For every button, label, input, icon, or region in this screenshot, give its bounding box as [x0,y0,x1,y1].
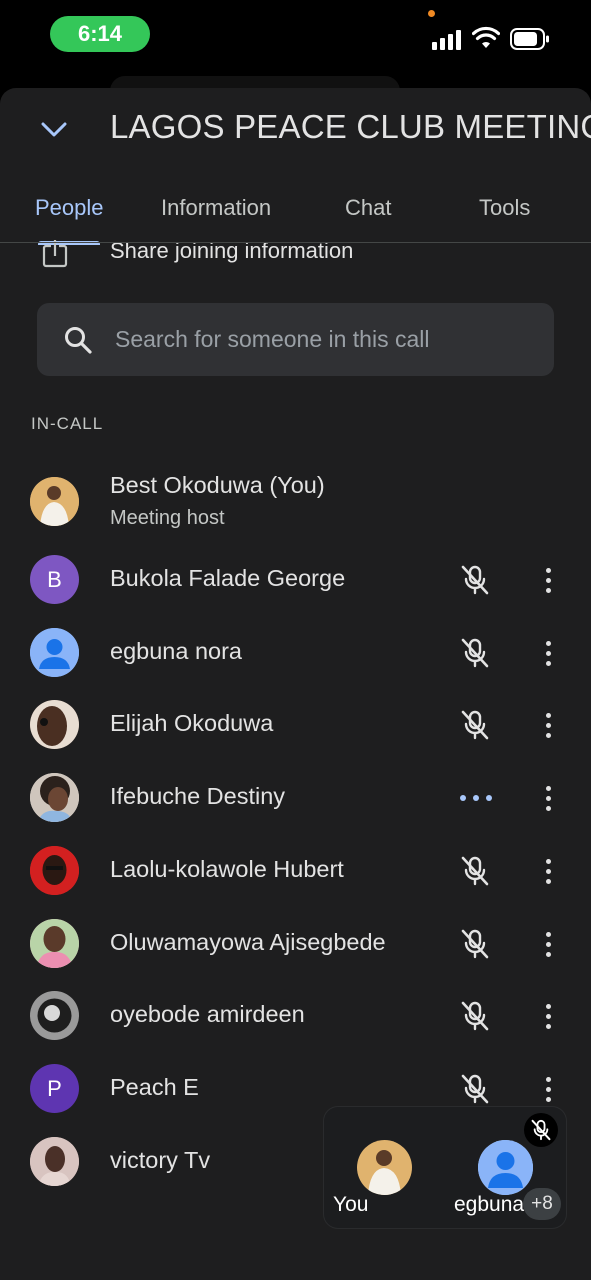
tab-tools[interactable]: Tools [479,195,530,221]
tab-chat[interactable]: Chat [345,195,391,221]
more-vert-icon[interactable] [535,708,561,742]
avatar [478,1140,533,1195]
avatar [357,1140,412,1195]
participant-row[interactable]: Oluwamayowa Ajisegbede [0,907,591,979]
more-vert-icon[interactable] [535,927,561,961]
mini-label-you: You [333,1193,369,1216]
mic-off-icon [461,856,489,886]
mic-in-use-indicator [428,10,435,17]
avatar: P [30,1064,79,1113]
mic-off-icon [461,565,489,595]
more-vert-icon[interactable] [535,1072,561,1106]
avatar [30,846,79,895]
participant-row[interactable]: Elijah Okoduwa [0,688,591,760]
participant-name: victory Tv [110,1147,211,1173]
battery-icon [510,28,549,50]
participant-name: Oluwamayowa Ajisegbede [110,929,386,955]
panel-tabs: People Information Chat Tools [0,183,591,245]
tab-information[interactable]: Information [161,195,271,221]
wifi-icon [472,26,500,48]
cellular-signal-icon [432,28,464,50]
avatar: B [30,555,79,604]
mic-off-icon [461,929,489,959]
participant-row[interactable]: oyebode amirdeen [0,979,591,1051]
participant-name: Best Okoduwa (You) [110,472,325,498]
status-bar: 6:14 [0,0,591,70]
mic-off-icon [461,1001,489,1031]
panel-header: LAGOS PEACE CLUB MEETING [0,88,591,170]
participant-row[interactable]: Best Okoduwa (You) Meeting host [0,465,591,537]
more-vert-icon[interactable] [535,854,561,888]
share-icon [42,240,68,268]
meeting-title: LAGOS PEACE CLUB MEETING [110,108,591,145]
avatar-initial: B [47,566,62,592]
speaking-indicator-icon [460,793,492,803]
in-call-section-label: IN-CALL [31,414,104,433]
search-icon [65,327,92,354]
participant-name: Bukola Falade George [110,565,346,591]
participant-row[interactable]: Laolu-kolawole Hubert [0,834,591,906]
participant-row[interactable]: egbuna nora [0,616,591,688]
participant-row[interactable]: B Bukola Falade George [0,543,591,615]
status-time: 6:14 [50,16,150,52]
tabs-divider [0,242,591,243]
more-participants-badge: +8 [523,1188,561,1220]
mic-off-icon [461,710,489,740]
mic-off-icon [461,1074,489,1104]
mic-off-icon[interactable] [524,1113,558,1147]
participant-name: egbuna nora [110,638,242,664]
participant-name: oyebode amirdeen [110,1001,305,1027]
participant-name: Elijah Okoduwa [110,710,274,736]
avatar [30,477,79,526]
mic-off-icon [461,638,489,668]
more-vert-icon[interactable] [535,636,561,670]
participant-name: Laolu-kolawole Hubert [110,856,344,882]
participant-name: Peach E [110,1074,199,1100]
participant-name: Ifebuche Destiny [110,783,286,809]
search-box[interactable] [37,303,554,376]
more-vert-icon[interactable] [535,999,561,1033]
more-vert-icon[interactable] [535,563,561,597]
search-input[interactable] [115,303,535,376]
chevron-down-icon[interactable] [36,112,72,148]
participant-row[interactable]: Ifebuche Destiny [0,761,591,833]
people-panel: LAGOS PEACE CLUB MEETING People Informat… [0,88,591,1280]
participant-role: Meeting host [110,507,225,529]
avatar-initial: P [47,1075,62,1101]
tab-people[interactable]: People [35,195,104,221]
avatar [30,700,79,749]
avatar [30,919,79,968]
mini-video-preview[interactable]: You egbuna +8 [324,1107,566,1228]
avatar [30,991,79,1040]
avatar [30,773,79,822]
more-vert-icon[interactable] [535,781,561,815]
avatar [30,628,79,677]
mini-label-other: egbuna [454,1193,525,1216]
avatar [30,1137,79,1186]
